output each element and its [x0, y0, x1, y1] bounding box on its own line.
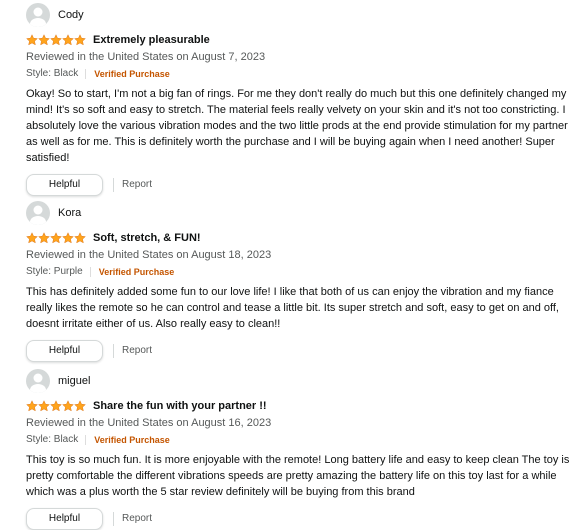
star-icon: [26, 34, 38, 46]
star-icon: [74, 400, 86, 412]
report-link[interactable]: Report: [122, 178, 152, 192]
avatar: [26, 369, 50, 393]
divider: [89, 267, 91, 277]
review-card: Kora Soft, stretch, & FUN! Reviewed in t…: [26, 201, 571, 362]
reviewer-profile[interactable]: Cody: [26, 3, 571, 27]
divider: [113, 512, 114, 526]
review-body: Okay! So to start, I'm not a big fan of …: [26, 88, 568, 164]
star-icon: [62, 400, 74, 412]
avatar: [26, 201, 50, 225]
reviewer-profile[interactable]: Kora: [26, 201, 571, 225]
report-link[interactable]: Report: [122, 512, 152, 526]
divider: [113, 178, 114, 192]
review-title[interactable]: Soft, stretch, & FUN!: [93, 231, 201, 245]
star-icon: [62, 232, 74, 244]
review-date: Reviewed in the United States on August …: [26, 417, 272, 429]
user-silhouette-icon: [30, 205, 46, 225]
review-date: Reviewed in the United States on August …: [26, 249, 272, 261]
helpful-button[interactable]: Helpful: [26, 508, 103, 530]
product-style[interactable]: Style: Black: [26, 433, 78, 447]
report-link[interactable]: Report: [122, 344, 152, 358]
user-silhouette-icon: [30, 7, 46, 27]
user-silhouette-icon: [30, 373, 46, 393]
review-title[interactable]: Extremely pleasurable: [93, 33, 210, 47]
star-icon: [26, 400, 38, 412]
verified-purchase-badge: Verified Purchase: [98, 267, 175, 277]
star-rating[interactable]: [26, 34, 86, 46]
reviewer-name: Cody: [58, 9, 84, 21]
star-icon: [38, 400, 50, 412]
divider: [113, 344, 114, 358]
star-icon: [50, 400, 62, 412]
reviewer-name: Kora: [58, 207, 82, 219]
review-card: Cody Extremely pleasurable Reviewed in t…: [26, 3, 571, 196]
product-style[interactable]: Style: Purple: [26, 265, 83, 279]
review-title[interactable]: Share the fun with your partner !!: [93, 399, 267, 413]
star-icon: [74, 34, 86, 46]
star-icon: [50, 34, 62, 46]
star-rating[interactable]: [26, 400, 86, 412]
review-body: This toy is so much fun. It is more enjo…: [26, 454, 570, 498]
reviewer-profile[interactable]: miguel: [26, 369, 571, 393]
helpful-button[interactable]: Helpful: [26, 340, 103, 362]
star-icon: [38, 232, 50, 244]
review-date: Reviewed in the United States on August …: [26, 51, 266, 63]
verified-purchase-badge: Verified Purchase: [94, 69, 170, 79]
review-body: This has definitely added some fun to ou…: [26, 286, 559, 330]
reviewer-name: miguel: [58, 375, 91, 387]
star-icon: [38, 34, 50, 46]
star-icon: [62, 34, 74, 46]
divider: [85, 69, 87, 79]
avatar: [26, 3, 50, 27]
review-card: miguel Share the fun with your partner !…: [26, 369, 571, 530]
star-icon: [26, 232, 38, 244]
divider: [85, 435, 87, 445]
star-icon: [74, 232, 86, 244]
product-style[interactable]: Style: Black: [26, 67, 78, 81]
star-rating[interactable]: [26, 232, 86, 244]
helpful-button[interactable]: Helpful: [26, 174, 103, 196]
star-icon: [50, 232, 62, 244]
verified-purchase-badge: Verified Purchase: [94, 435, 170, 445]
